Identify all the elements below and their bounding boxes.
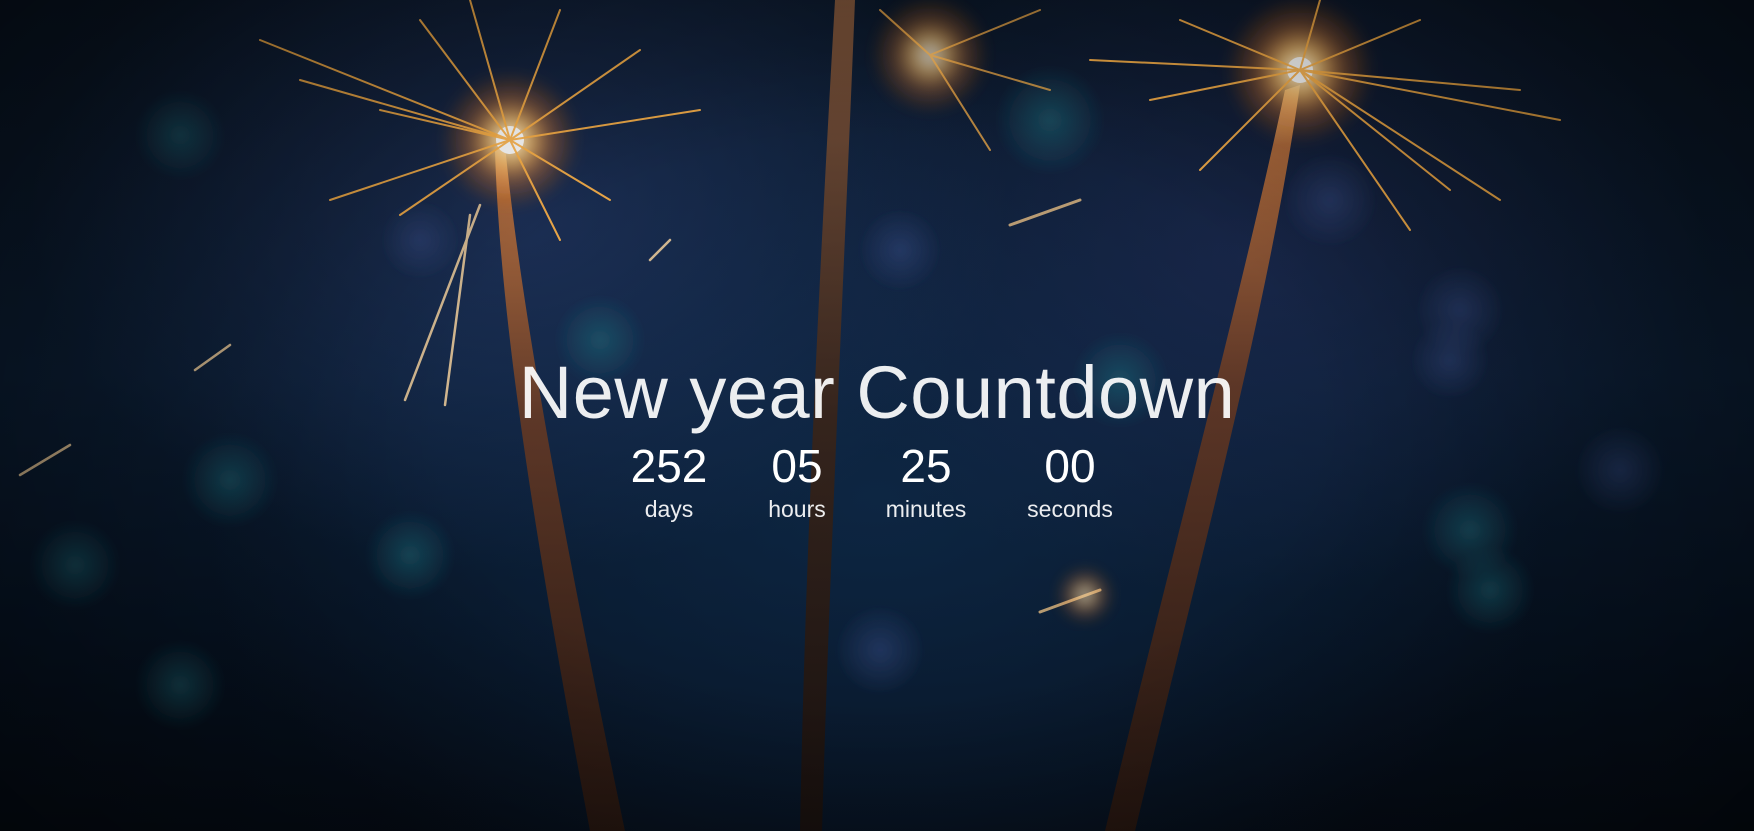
countdown-timer: 252 days 05 hours 25 minutes 00 seconds [0, 440, 1754, 526]
seconds-label: seconds [1027, 496, 1113, 522]
hours-label: hours [768, 496, 826, 522]
minutes-label: minutes [885, 496, 967, 522]
countdown-days: 252 days [605, 440, 733, 526]
page-title: New year Countdown [518, 351, 1236, 434]
hours-value: 05 [771, 440, 823, 492]
countdown-hours: 05 hours [733, 440, 861, 526]
countdown-seconds: 00 seconds [991, 440, 1149, 526]
days-value: 252 [630, 440, 708, 492]
days-label: days [644, 496, 694, 522]
minutes-value: 25 [900, 440, 952, 492]
countdown-minutes: 25 minutes [861, 440, 991, 526]
countdown-section: New year Countdown 252 days 05 hours 25 … [0, 350, 1754, 526]
seconds-value: 00 [1044, 440, 1096, 492]
countdown-page: New year Countdown 252 days 05 hours 25 … [0, 0, 1754, 831]
